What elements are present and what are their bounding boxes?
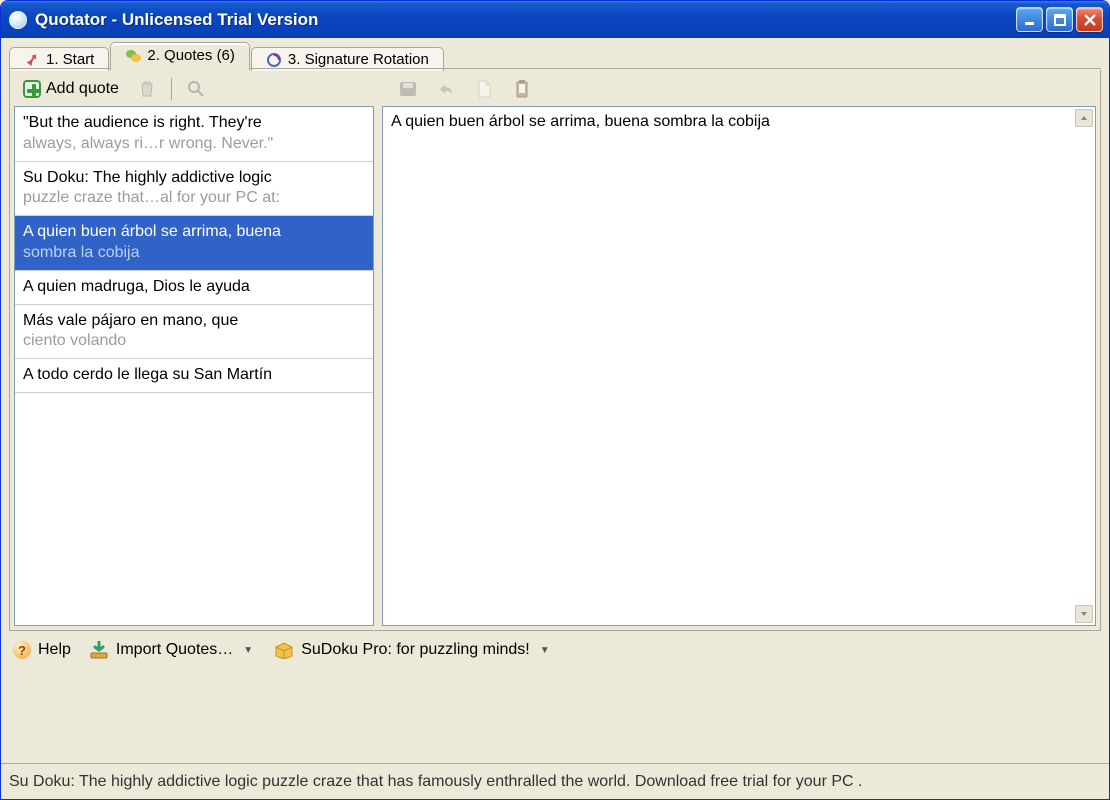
trash-icon bbox=[137, 79, 157, 99]
paste-button[interactable] bbox=[506, 76, 538, 102]
new-button[interactable] bbox=[468, 76, 500, 102]
status-text: Su Doku: The highly addictive logic puzz… bbox=[9, 773, 862, 791]
search-button[interactable] bbox=[180, 76, 212, 102]
window-body: 1. Start 2. Quotes (6) 3. Signature Rota… bbox=[1, 38, 1109, 763]
bottom-toolbar: ? Help Import Quotes… ▼ SuDoku Pro: for … bbox=[3, 631, 1107, 665]
list-toolbar: Add quote bbox=[14, 74, 1096, 106]
import-label: Import Quotes… bbox=[116, 641, 233, 659]
tab-quotes[interactable]: 2. Quotes (6) bbox=[110, 42, 250, 70]
help-icon: ? bbox=[13, 641, 31, 659]
tab-label: 1. Start bbox=[46, 51, 94, 68]
pin-icon bbox=[24, 52, 40, 68]
list-item-line1: A quien buen árbol se arrima, buena bbox=[23, 222, 365, 243]
add-quote-button[interactable]: Add quote bbox=[16, 76, 125, 102]
list-item-line1: "But the audience is right. They're bbox=[23, 113, 365, 134]
scroll-down-button[interactable] bbox=[1075, 605, 1093, 623]
toolbar-separator bbox=[171, 78, 172, 100]
download-icon bbox=[89, 641, 109, 659]
package-icon bbox=[274, 641, 294, 659]
tab-label: 2. Quotes (6) bbox=[147, 47, 235, 64]
list-item-line2: sombra la cobija bbox=[23, 243, 365, 264]
list-item[interactable]: Más vale pájaro en mano, queciento volan… bbox=[15, 305, 373, 360]
undo-button[interactable] bbox=[430, 76, 462, 102]
search-icon bbox=[186, 79, 206, 99]
quote-editor[interactable]: A quien buen árbol se arrima, buena somb… bbox=[382, 106, 1096, 626]
chevron-down-icon: ▼ bbox=[240, 645, 256, 656]
rotation-icon bbox=[266, 52, 282, 68]
add-quote-label: Add quote bbox=[46, 80, 119, 98]
window-buttons bbox=[1016, 7, 1103, 32]
list-item[interactable]: A quien buen árbol se arrima, buenasombr… bbox=[15, 216, 373, 271]
plus-icon bbox=[22, 79, 42, 99]
save-button[interactable] bbox=[392, 76, 424, 102]
close-icon bbox=[1084, 14, 1096, 26]
minimize-icon bbox=[1024, 14, 1036, 26]
maximize-button[interactable] bbox=[1046, 7, 1073, 32]
speech-icon bbox=[125, 48, 141, 64]
clipboard-icon bbox=[512, 79, 532, 99]
help-label: Help bbox=[38, 641, 71, 659]
quote-list[interactable]: "But the audience is right. They'realway… bbox=[14, 106, 374, 626]
tabs-row: 1. Start 2. Quotes (6) 3. Signature Rota… bbox=[3, 38, 1107, 69]
save-icon bbox=[398, 79, 418, 99]
list-item[interactable]: Su Doku: The highly addictive logicpuzzl… bbox=[15, 162, 373, 217]
scroll-up-button[interactable] bbox=[1075, 109, 1093, 127]
list-item-line2: always, always ri…r wrong. Never." bbox=[23, 134, 365, 155]
list-item-line2: puzzle craze that…al for your PC at: bbox=[23, 188, 365, 209]
app-window: Quotator - Unlicensed Trial Version 1. S… bbox=[0, 0, 1110, 800]
sudoku-link[interactable]: SuDoku Pro: for puzzling minds! ▼ bbox=[274, 641, 552, 659]
list-item-line2: ciento volando bbox=[23, 331, 365, 352]
list-item-line1: Más vale pájaro en mano, que bbox=[23, 311, 365, 332]
list-item[interactable]: "But the audience is right. They'realway… bbox=[15, 107, 373, 162]
statusbar: Su Doku: The highly addictive logic puzz… bbox=[1, 763, 1109, 799]
import-quotes-button[interactable]: Import Quotes… ▼ bbox=[89, 641, 256, 659]
quotes-panel: Add quote bbox=[9, 70, 1101, 631]
split-view: "But the audience is right. They'realway… bbox=[14, 106, 1096, 626]
maximize-icon bbox=[1054, 14, 1066, 26]
titlebar[interactable]: Quotator - Unlicensed Trial Version bbox=[1, 1, 1109, 38]
list-item-line1: Su Doku: The highly addictive logic bbox=[23, 168, 365, 189]
editor-wrap: A quien buen árbol se arrima, buena somb… bbox=[382, 106, 1096, 626]
undo-icon bbox=[436, 79, 456, 99]
app-icon bbox=[9, 11, 27, 29]
list-item[interactable]: A todo cerdo le llega su San Martín bbox=[15, 359, 373, 393]
flex-spacer bbox=[3, 665, 1107, 763]
list-item-line1: A quien madruga, Dios le ayuda bbox=[23, 277, 365, 298]
minimize-button[interactable] bbox=[1016, 7, 1043, 32]
new-page-icon bbox=[474, 79, 494, 99]
editor-content: A quien buen árbol se arrima, buena somb… bbox=[391, 113, 1087, 131]
list-item[interactable]: A quien madruga, Dios le ayuda bbox=[15, 271, 373, 305]
list-item-line1: A todo cerdo le llega su San Martín bbox=[23, 365, 365, 386]
chevron-down-icon bbox=[1080, 610, 1088, 618]
sudoku-label: SuDoku Pro: for puzzling minds! bbox=[301, 641, 530, 659]
chevron-up-icon bbox=[1080, 114, 1088, 122]
help-button[interactable]: ? Help bbox=[13, 641, 71, 659]
close-button[interactable] bbox=[1076, 7, 1103, 32]
tab-label: 3. Signature Rotation bbox=[288, 51, 429, 68]
delete-button[interactable] bbox=[131, 76, 163, 102]
window-title: Quotator - Unlicensed Trial Version bbox=[35, 10, 1016, 30]
chevron-down-icon: ▼ bbox=[537, 645, 553, 656]
